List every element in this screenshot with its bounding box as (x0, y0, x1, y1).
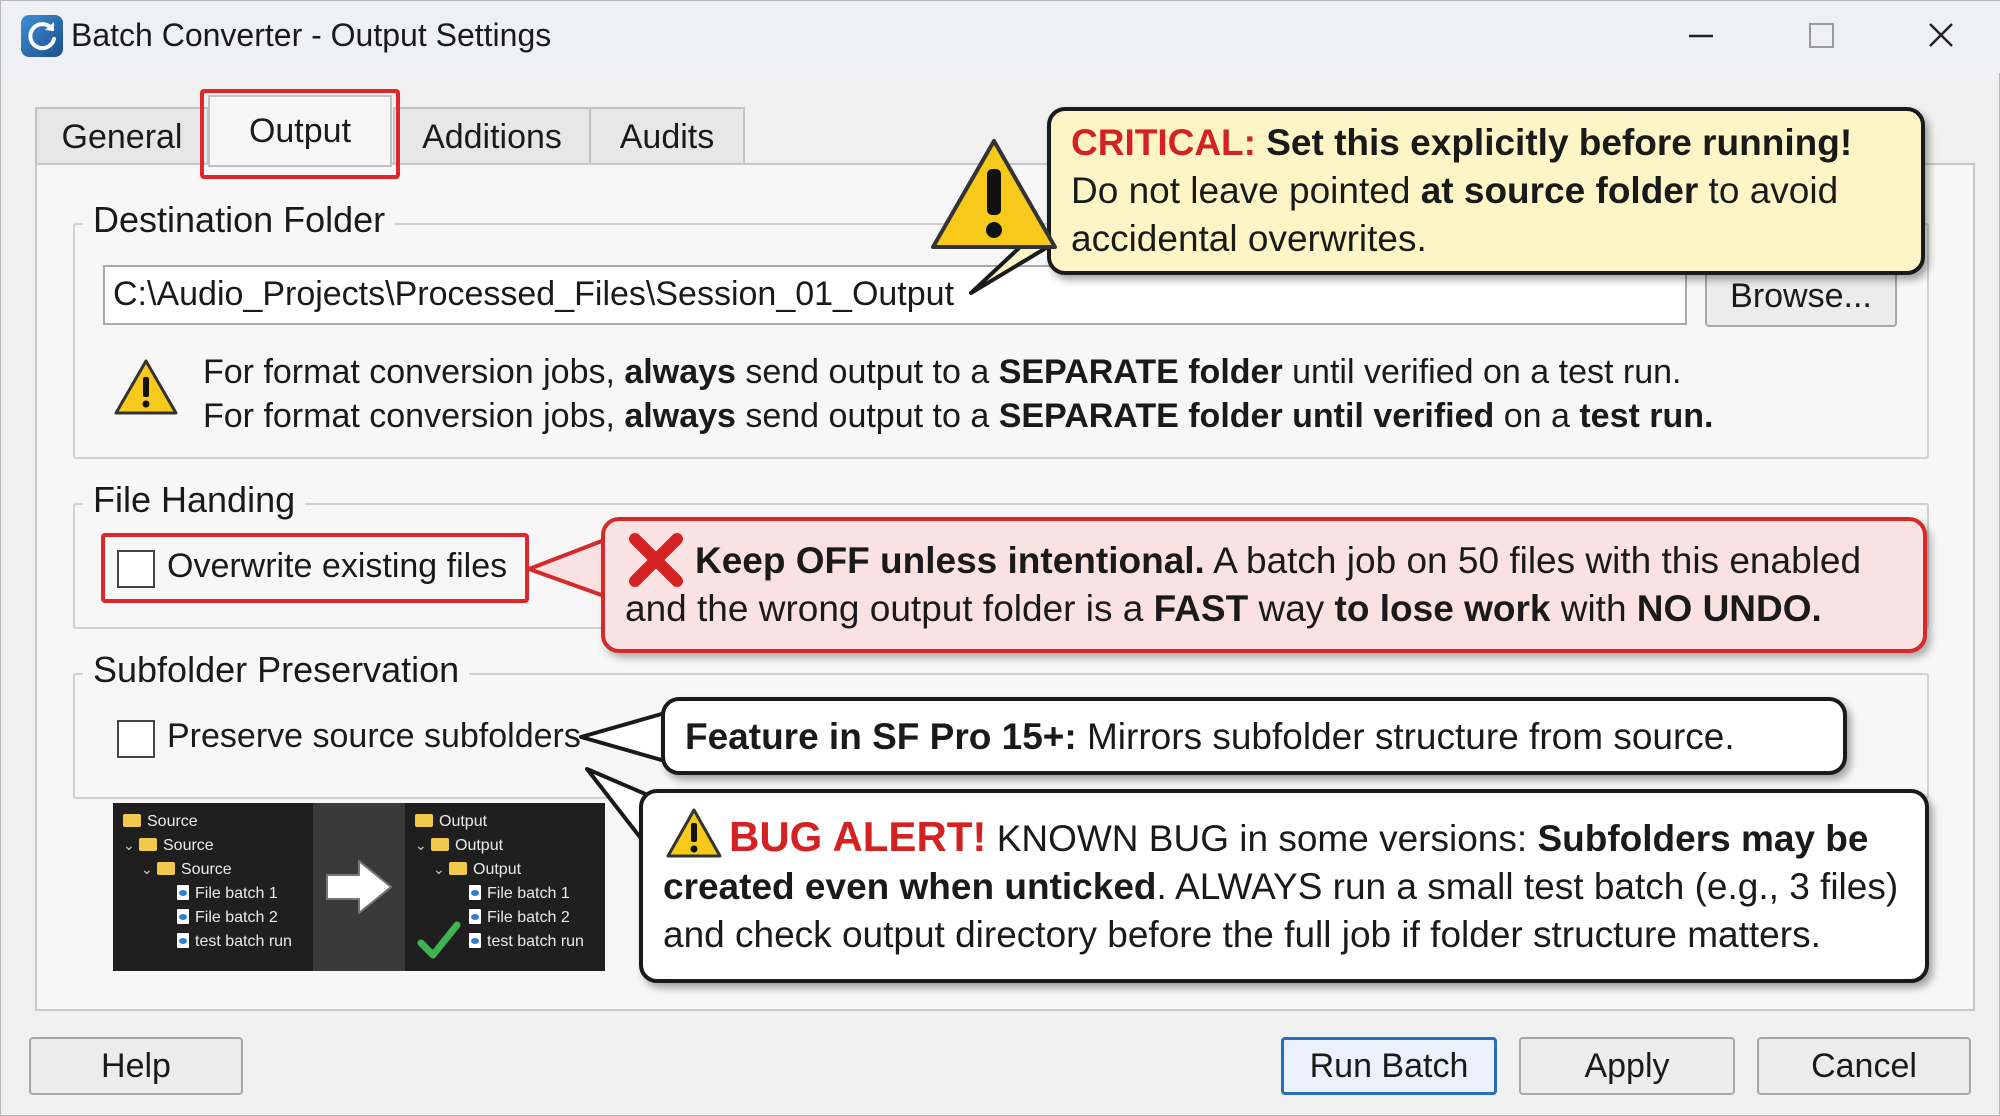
tree-item: File batch 2 (177, 909, 278, 927)
source-tree: Source ⌄ Source ⌄ Source File batch 1 File… (113, 803, 313, 971)
minimize-button[interactable] (1671, 11, 1731, 61)
subfolder-preservation-legend: Subfolder Preservation (83, 649, 470, 691)
checkmark-icon (417, 921, 461, 959)
output-tree: Output ⌄ Output ⌄ Output File batch 1 File… (405, 803, 605, 971)
right-arrow-icon (326, 860, 392, 914)
bug-alert-callout: BUG ALERT! KNOWN BUG in some versions: S… (639, 789, 1929, 983)
tree-item: ⌄ Output (433, 861, 522, 878)
critical-warning-icon (931, 139, 1057, 249)
overwrite-label[interactable]: Overwrite existing files (167, 547, 507, 586)
audio-file-icon (177, 885, 189, 900)
audio-file-icon (177, 909, 189, 924)
tree-item: ⌄ Source (123, 837, 214, 854)
close-button[interactable] (1911, 11, 1971, 61)
destination-folder-legend: Destination Folder (83, 199, 396, 241)
chevron-down-icon: ⌄ (141, 861, 153, 877)
tree-item: test batch run (469, 933, 584, 951)
folder-icon (431, 838, 449, 851)
tree-item: ⌄ Output (415, 837, 504, 854)
tree-item: Source (123, 813, 198, 831)
file-handling-legend: File Handing (83, 479, 306, 521)
critical-callout-line3: accidental overwrites. (1071, 218, 1427, 259)
feature-callout: Feature in SF Pro 15+: Mirrors subfolder… (661, 697, 1847, 775)
critical-callout-line1: CRITICAL: Set this explicitly before run… (1071, 122, 1853, 163)
apply-button[interactable]: Apply (1519, 1037, 1735, 1095)
folder-icon (415, 814, 433, 827)
bug-alert-line3: and check output directory before the fu… (663, 914, 1821, 955)
warning-icon (114, 359, 178, 415)
audio-file-icon (177, 933, 189, 948)
run-batch-button[interactable]: Run Batch (1281, 1037, 1497, 1095)
window-title: Batch Converter - Output Settings (71, 17, 552, 53)
bug-alert-line1: BUG ALERT! KNOWN BUG in some versions: S… (729, 813, 1869, 860)
app-refresh-icon (21, 15, 63, 57)
maximize-button[interactable] (1791, 11, 1851, 61)
chevron-down-icon: ⌄ (433, 861, 445, 877)
tree-item: File batch 2 (469, 909, 570, 927)
feature-callout-pointer (579, 711, 667, 763)
bug-alert-line2: created even when unticked. ALWAYS run a… (663, 866, 1899, 907)
tree-item: test batch run (177, 933, 292, 951)
folder-icon (139, 838, 157, 851)
overwrite-callout: Keep OFF unless intentional. A batch job… (601, 517, 1927, 653)
bug-warning-icon (666, 808, 722, 858)
tree-item: ⌄ Source (141, 861, 232, 878)
tree-item: File batch 1 (177, 885, 278, 903)
red-x-icon (629, 533, 683, 587)
preserve-subfolders-label[interactable]: Preserve source subfolders (167, 717, 581, 756)
audio-file-icon (469, 885, 481, 900)
chevron-down-icon: ⌄ (415, 837, 427, 853)
separate-folder-note-line2: For format conversion jobs, always send … (203, 397, 1714, 435)
cancel-button[interactable]: Cancel (1757, 1037, 1971, 1095)
overwrite-callout-pointer (527, 537, 609, 599)
overwrite-callout-line2: and the wrong output folder is a FAST wa… (625, 588, 1822, 629)
audio-file-icon (469, 909, 481, 924)
overwrite-checkbox[interactable] (117, 550, 155, 588)
tab-output-highlight (200, 89, 400, 179)
tab-additions[interactable]: Additions (393, 107, 591, 165)
folder-icon (449, 862, 467, 875)
preserve-subfolders-checkbox[interactable] (117, 720, 155, 758)
tree-arrow-area (313, 803, 405, 971)
critical-callout-line2: Do not leave pointed at source folder to… (1071, 170, 1839, 211)
overwrite-callout-line1: Keep OFF unless intentional. A batch job… (695, 540, 1862, 581)
tree-item: File batch 1 (469, 885, 570, 903)
tree-item: Output (415, 813, 487, 831)
title-bar: Batch Converter - Output Settings (1, 1, 2000, 73)
tab-audits[interactable]: Audits (589, 107, 745, 165)
folder-tree-illustration: Source ⌄ Source ⌄ Source File batch 1 File… (113, 803, 605, 971)
tab-general[interactable]: General (35, 107, 209, 165)
help-button[interactable]: Help (29, 1037, 243, 1095)
critical-callout: CRITICAL: Set this explicitly before run… (1047, 107, 1925, 275)
dialog-window: Batch Converter - Output Settings Genera… (0, 0, 2000, 1116)
folder-icon (157, 862, 175, 875)
audio-file-icon (469, 933, 481, 948)
chevron-down-icon: ⌄ (123, 837, 135, 853)
separate-folder-note-line1: For format conversion jobs, always send … (203, 353, 1682, 391)
folder-icon (123, 814, 141, 827)
